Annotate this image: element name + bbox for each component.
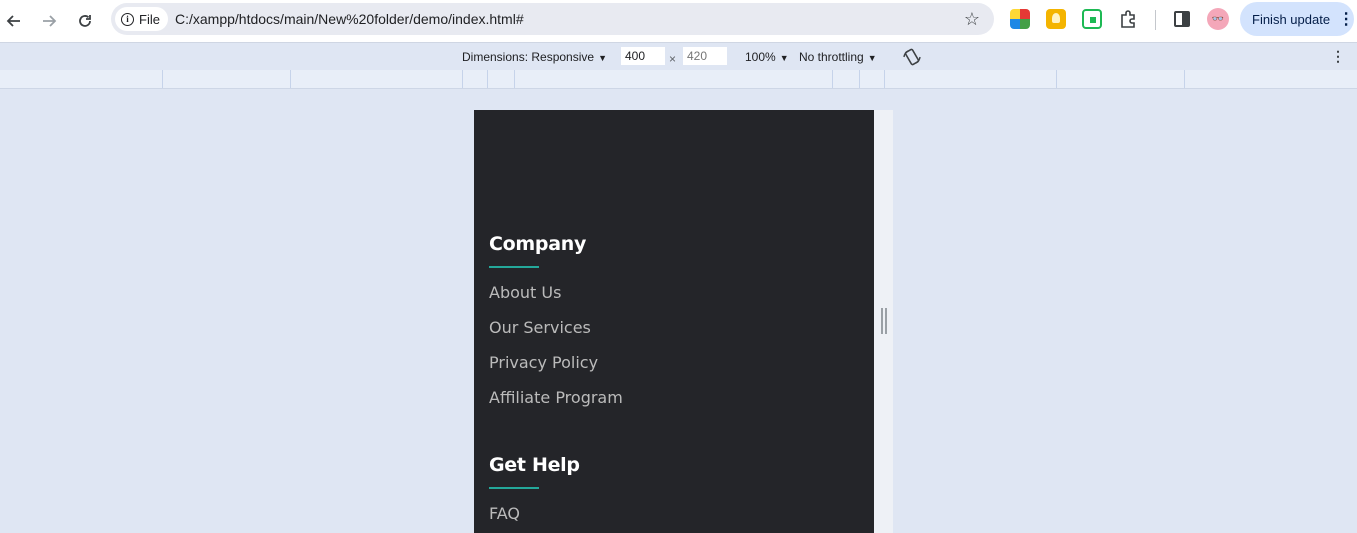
heading-underline — [489, 266, 539, 268]
ruler-tick — [462, 70, 463, 88]
ruler-tick — [832, 70, 833, 88]
side-panel-icon[interactable] — [1174, 11, 1190, 27]
media-query-ruler[interactable] — [0, 70, 1357, 89]
back-arrow-icon[interactable] — [2, 9, 26, 33]
get-help-heading: Get Help — [489, 454, 580, 476]
address-bar[interactable]: i File C:/xampp/htdocs/main/New%20folder… — [111, 3, 994, 35]
forward-arrow-icon[interactable] — [37, 9, 61, 33]
reload-icon[interactable] — [73, 9, 97, 33]
heading-underline — [489, 487, 539, 489]
footer-help-column: Get Help FAQ — [489, 454, 580, 524]
ruler-tick — [1056, 70, 1057, 88]
viewport-resize-handle[interactable] — [881, 308, 887, 334]
menu-kebab-icon: ⋮ — [1338, 11, 1354, 28]
ruler-tick — [487, 70, 488, 88]
url-text[interactable]: C:/xampp/htdocs/main/New%20folder/demo/i… — [175, 11, 524, 27]
width-input[interactable] — [621, 47, 665, 65]
zoom-label: 100% — [745, 50, 776, 64]
zoom-dropdown[interactable]: 100% ▼ — [745, 50, 789, 64]
ruler-tick — [514, 70, 515, 88]
ruler-tick — [859, 70, 860, 88]
bookmark-star-icon[interactable]: ☆ — [964, 9, 980, 30]
color-extension-icon[interactable] — [1010, 9, 1030, 29]
height-input[interactable] — [683, 47, 727, 65]
caret-down-icon: ▼ — [779, 53, 789, 63]
throttle-label: No throttling — [799, 50, 864, 64]
times-symbol: × — [669, 52, 677, 66]
caret-down-icon: ▼ — [867, 53, 877, 63]
profile-avatar[interactable]: 👓 — [1207, 8, 1229, 30]
emulated-viewport: Company About Us Our Services Privacy Po… — [474, 110, 874, 533]
finish-update-button[interactable]: Finish update ⋮ — [1240, 2, 1354, 36]
dimensions-dropdown[interactable]: Dimensions: Responsive ▼ — [462, 50, 607, 64]
ruler-tick — [1184, 70, 1185, 88]
caret-down-icon: ▼ — [598, 53, 607, 63]
ruler-tick — [884, 70, 885, 88]
link-faq[interactable]: FAQ — [489, 504, 580, 524]
info-icon: i — [121, 12, 134, 26]
browser-toolbar: i File C:/xampp/htdocs/main/New%20folder… — [0, 0, 1357, 42]
file-label: File — [139, 11, 160, 27]
link-affiliate-program[interactable]: Affiliate Program — [489, 388, 623, 408]
company-heading: Company — [489, 233, 587, 255]
link-privacy-policy[interactable]: Privacy Policy — [489, 353, 623, 373]
more-options-icon[interactable]: ⋮ — [1331, 48, 1345, 65]
device-toolbar: Dimensions: Responsive▼ × 100%▼ No throt… — [0, 42, 1357, 70]
dimensions-label: Dimensions: Responsive — [462, 50, 595, 64]
toolbar-divider — [1155, 10, 1156, 30]
site-info-chip[interactable]: i File — [115, 7, 168, 31]
footer-company-column: Company About Us Our Services Privacy Po… — [489, 233, 623, 408]
ruler-tick — [162, 70, 163, 88]
green-extension-icon[interactable] — [1082, 9, 1102, 29]
link-our-services[interactable]: Our Services — [489, 318, 623, 338]
lightbulb-extension-icon[interactable] — [1046, 9, 1066, 29]
link-about-us[interactable]: About Us — [489, 283, 623, 303]
finish-update-label: Finish update — [1252, 11, 1331, 27]
throttling-dropdown[interactable]: No throttling ▼ — [799, 50, 877, 64]
ruler-tick — [290, 70, 291, 88]
rotate-icon[interactable] — [902, 47, 922, 67]
extensions-puzzle-icon[interactable] — [1118, 8, 1140, 30]
